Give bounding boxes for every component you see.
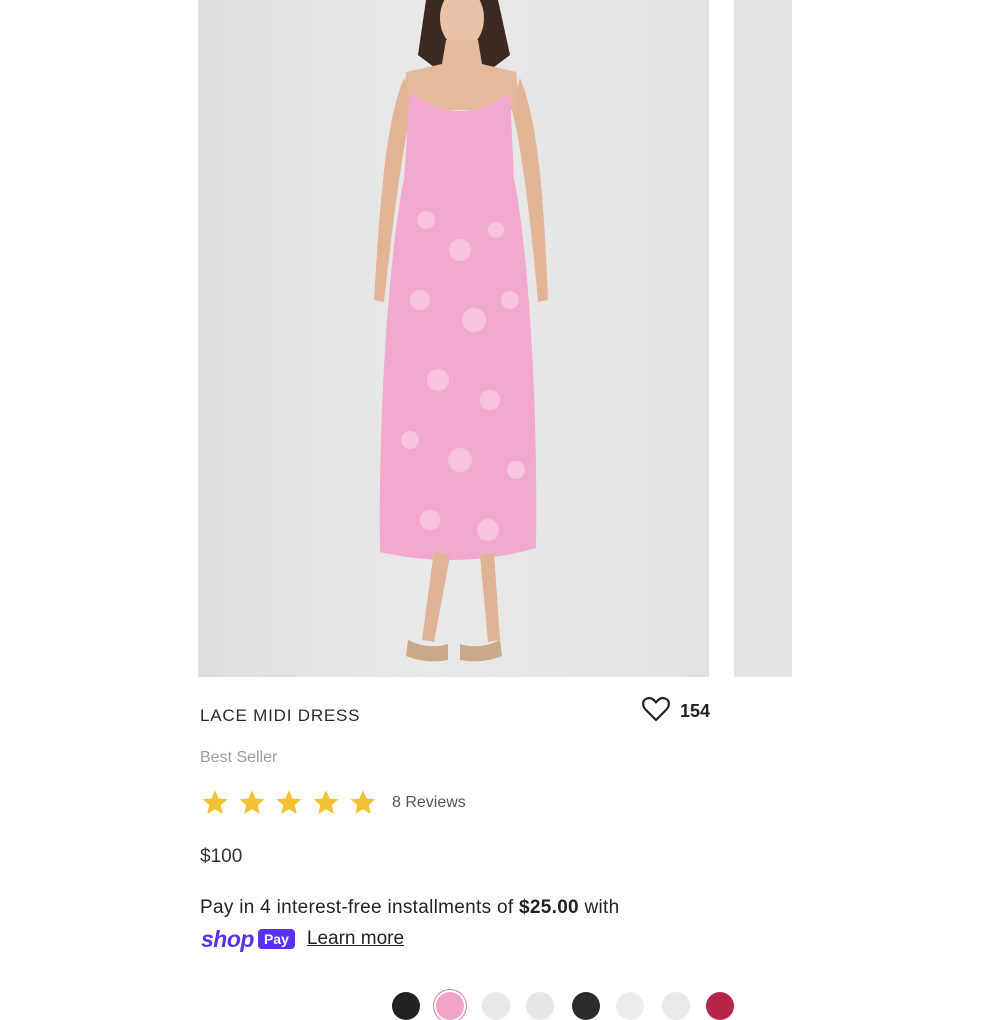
color-swatch-selected[interactable] — [436, 992, 464, 1020]
color-swatch[interactable] — [662, 992, 690, 1020]
installments-text: Pay in 4 interest-free installments of $… — [200, 897, 620, 919]
color-swatches — [390, 992, 750, 1020]
star-icon — [239, 790, 265, 814]
product-image[interactable] — [198, 0, 709, 677]
wishlist-button[interactable]: 154 — [642, 696, 711, 727]
learn-more-link[interactable]: Learn more — [307, 928, 404, 950]
installments-suffix: with — [578, 897, 620, 918]
color-swatch[interactable] — [482, 992, 510, 1020]
star-icon — [276, 790, 302, 814]
star-icon — [202, 790, 228, 814]
reviews-link[interactable]: 8 Reviews — [392, 794, 466, 812]
dress-skirt — [379, 178, 537, 561]
wishlist-count: 154 — [680, 700, 711, 721]
sandal-right — [460, 640, 502, 662]
product-title: LACE MIDI DRESS — [200, 706, 361, 725]
leg-right — [480, 552, 500, 642]
installments-prefix: Pay in 4 interest-free installments of — [200, 897, 520, 918]
product-photo-illustration — [374, 0, 548, 662]
product-price: $100 — [200, 846, 243, 867]
color-swatch[interactable] — [392, 992, 420, 1020]
shop-pay-logo-shop: shop — [201, 925, 254, 952]
star-icon — [313, 790, 339, 814]
color-swatch[interactable] — [616, 992, 644, 1020]
installments-amount: $25.00 — [519, 897, 579, 918]
leg-left — [422, 550, 450, 642]
color-swatch[interactable] — [572, 992, 600, 1020]
color-swatch[interactable] — [526, 992, 554, 1020]
heart-icon[interactable] — [642, 696, 670, 727]
rating-stars — [200, 788, 378, 818]
sandal-left — [406, 640, 448, 662]
shop-pay-row: shop Pay Learn more — [201, 925, 404, 953]
star-icon — [350, 790, 376, 814]
rating-row[interactable]: 8 Reviews — [200, 788, 466, 818]
best-seller-badge: Best Seller — [200, 749, 278, 766]
product-image-next[interactable] — [734, 0, 792, 677]
shop-pay-logo-pay: Pay — [257, 929, 295, 949]
color-swatch[interactable] — [706, 992, 734, 1020]
